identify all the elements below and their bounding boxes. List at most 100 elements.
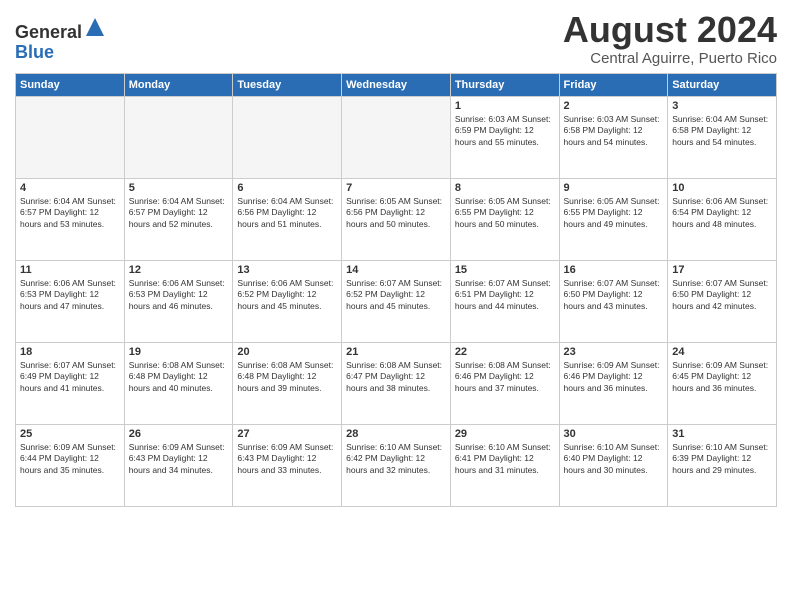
calendar-cell: 23 Sunrise: 6:09 AM Sunset: 6:46 PM Dayli… bbox=[559, 342, 668, 424]
calendar-cell bbox=[124, 96, 233, 178]
day-number: 5 bbox=[129, 182, 229, 194]
location-title: Central Aguirre, Puerto Rico bbox=[563, 50, 777, 67]
day-number: 1 bbox=[455, 100, 555, 112]
cell-detail: Sunrise: 6:07 AM Sunset: 6:50 PM Dayligh… bbox=[672, 278, 772, 312]
calendar-cell: 31Sunrise: 6:10 AM Sunset: 6:39 PM Dayli… bbox=[668, 424, 777, 506]
calendar-cell bbox=[342, 96, 451, 178]
day-number: 2 bbox=[564, 100, 664, 112]
cell-detail: Sunrise: 6:10 AM Sunset: 6:39 PM Dayligh… bbox=[672, 442, 772, 476]
logo-blue: Blue bbox=[15, 42, 54, 62]
day-number: 15 bbox=[455, 264, 555, 276]
calendar-cell: 30 Sunrise: 6:10 AM Sunset: 6:40 PM Dayli… bbox=[559, 424, 668, 506]
calendar-cell: 10 Sunrise: 6:06 AM Sunset: 6:54 PM Dayli… bbox=[668, 178, 777, 260]
day-number: 7 bbox=[346, 182, 446, 194]
cell-detail: Sunrise: 6:07 AM Sunset: 6:52 PM Dayligh… bbox=[346, 278, 446, 312]
cell-detail: Sunrise: 6:07 AM Sunset: 6:49 PM Dayligh… bbox=[20, 360, 120, 394]
calendar-cell: 28 Sunrise: 6:10 AM Sunset: 6:42 PM Dayli… bbox=[342, 424, 451, 506]
day-number: 24 bbox=[672, 346, 772, 358]
week-row-5: 25 Sunrise: 6:09 AM Sunset: 6:44 PM Dayli… bbox=[16, 424, 777, 506]
weekday-header-monday: Monday bbox=[124, 73, 233, 96]
day-number: 10 bbox=[672, 182, 772, 194]
calendar-cell bbox=[233, 96, 342, 178]
cell-detail: Sunrise: 6:03 AM Sunset: 6:58 PM Dayligh… bbox=[564, 114, 664, 148]
calendar-cell: 18 Sunrise: 6:07 AM Sunset: 6:49 PM Dayli… bbox=[16, 342, 125, 424]
day-number: 26 bbox=[129, 428, 229, 440]
calendar-cell: 3 Sunrise: 6:04 AM Sunset: 6:58 PM Daylig… bbox=[668, 96, 777, 178]
logo-icon bbox=[84, 16, 106, 38]
calendar-table: SundayMondayTuesdayWednesdayThursdayFrid… bbox=[15, 73, 777, 507]
day-number: 13 bbox=[237, 264, 337, 276]
calendar-cell: 14Sunrise: 6:07 AM Sunset: 6:52 PM Dayli… bbox=[342, 260, 451, 342]
cell-detail: Sunrise: 6:06 AM Sunset: 6:52 PM Dayligh… bbox=[237, 278, 337, 312]
cell-detail: Sunrise: 6:09 AM Sunset: 6:45 PM Dayligh… bbox=[672, 360, 772, 394]
calendar-cell: 29 Sunrise: 6:10 AM Sunset: 6:41 PM Dayli… bbox=[450, 424, 559, 506]
day-number: 29 bbox=[455, 428, 555, 440]
cell-detail: Sunrise: 6:05 AM Sunset: 6:55 PM Dayligh… bbox=[564, 196, 664, 230]
calendar-cell: 2 Sunrise: 6:03 AM Sunset: 6:58 PM Daylig… bbox=[559, 96, 668, 178]
calendar-cell: 25 Sunrise: 6:09 AM Sunset: 6:44 PM Dayli… bbox=[16, 424, 125, 506]
day-number: 30 bbox=[564, 428, 664, 440]
day-number: 28 bbox=[346, 428, 446, 440]
day-number: 16 bbox=[564, 264, 664, 276]
cell-detail: Sunrise: 6:04 AM Sunset: 6:58 PM Dayligh… bbox=[672, 114, 772, 148]
calendar-cell: 6 Sunrise: 6:04 AM Sunset: 6:56 PM Daylig… bbox=[233, 178, 342, 260]
week-row-1: 1 Sunrise: 6:03 AM Sunset: 6:59 PM Daylig… bbox=[16, 96, 777, 178]
day-number: 18 bbox=[20, 346, 120, 358]
calendar-cell: 26 Sunrise: 6:09 AM Sunset: 6:43 PM Dayli… bbox=[124, 424, 233, 506]
calendar-cell: 22 Sunrise: 6:08 AM Sunset: 6:46 PM Dayli… bbox=[450, 342, 559, 424]
logo-text: General bbox=[15, 16, 106, 43]
calendar-cell: 9 Sunrise: 6:05 AM Sunset: 6:55 PM Daylig… bbox=[559, 178, 668, 260]
cell-detail: Sunrise: 6:08 AM Sunset: 6:47 PM Dayligh… bbox=[346, 360, 446, 394]
month-title: August 2024 bbox=[563, 10, 777, 50]
day-number: 11 bbox=[20, 264, 120, 276]
calendar-cell: 24 Sunrise: 6:09 AM Sunset: 6:45 PM Dayli… bbox=[668, 342, 777, 424]
day-number: 12 bbox=[129, 264, 229, 276]
cell-detail: Sunrise: 6:06 AM Sunset: 6:53 PM Dayligh… bbox=[129, 278, 229, 312]
day-number: 6 bbox=[237, 182, 337, 194]
cell-detail: Sunrise: 6:08 AM Sunset: 6:48 PM Dayligh… bbox=[129, 360, 229, 394]
calendar-cell: 5Sunrise: 6:04 AM Sunset: 6:57 PM Daylig… bbox=[124, 178, 233, 260]
day-number: 17 bbox=[672, 264, 772, 276]
calendar-cell: 16 Sunrise: 6:07 AM Sunset: 6:50 PM Dayli… bbox=[559, 260, 668, 342]
cell-detail: Sunrise: 6:10 AM Sunset: 6:40 PM Dayligh… bbox=[564, 442, 664, 476]
cell-detail: Sunrise: 6:10 AM Sunset: 6:41 PM Dayligh… bbox=[455, 442, 555, 476]
day-number: 25 bbox=[20, 428, 120, 440]
weekday-header-sunday: Sunday bbox=[16, 73, 125, 96]
logo-general: General bbox=[15, 22, 82, 42]
calendar-cell: 21Sunrise: 6:08 AM Sunset: 6:47 PM Dayli… bbox=[342, 342, 451, 424]
page: General Blue August 2024 Central Aguirre… bbox=[0, 0, 792, 517]
cell-detail: Sunrise: 6:09 AM Sunset: 6:43 PM Dayligh… bbox=[237, 442, 337, 476]
calendar-cell: 12 Sunrise: 6:06 AM Sunset: 6:53 PM Dayli… bbox=[124, 260, 233, 342]
title-area: August 2024 Central Aguirre, Puerto Rico bbox=[563, 10, 777, 67]
calendar-cell: 8 Sunrise: 6:05 AM Sunset: 6:55 PM Daylig… bbox=[450, 178, 559, 260]
calendar-cell bbox=[16, 96, 125, 178]
cell-detail: Sunrise: 6:06 AM Sunset: 6:54 PM Dayligh… bbox=[672, 196, 772, 230]
week-row-3: 11 Sunrise: 6:06 AM Sunset: 6:53 PM Dayli… bbox=[16, 260, 777, 342]
day-number: 3 bbox=[672, 100, 772, 112]
calendar-cell: 27 Sunrise: 6:09 AM Sunset: 6:43 PM Dayli… bbox=[233, 424, 342, 506]
calendar-cell: 13 Sunrise: 6:06 AM Sunset: 6:52 PM Dayli… bbox=[233, 260, 342, 342]
cell-detail: Sunrise: 6:09 AM Sunset: 6:43 PM Dayligh… bbox=[129, 442, 229, 476]
day-number: 9 bbox=[564, 182, 664, 194]
cell-detail: Sunrise: 6:10 AM Sunset: 6:42 PM Dayligh… bbox=[346, 442, 446, 476]
cell-detail: Sunrise: 6:04 AM Sunset: 6:56 PM Dayligh… bbox=[237, 196, 337, 230]
cell-detail: Sunrise: 6:09 AM Sunset: 6:46 PM Dayligh… bbox=[564, 360, 664, 394]
day-number: 22 bbox=[455, 346, 555, 358]
day-number: 20 bbox=[237, 346, 337, 358]
calendar-cell: 1 Sunrise: 6:03 AM Sunset: 6:59 PM Daylig… bbox=[450, 96, 559, 178]
day-number: 23 bbox=[564, 346, 664, 358]
cell-detail: Sunrise: 6:09 AM Sunset: 6:44 PM Dayligh… bbox=[20, 442, 120, 476]
cell-detail: Sunrise: 6:05 AM Sunset: 6:55 PM Dayligh… bbox=[455, 196, 555, 230]
cell-detail: Sunrise: 6:05 AM Sunset: 6:56 PM Dayligh… bbox=[346, 196, 446, 230]
day-number: 8 bbox=[455, 182, 555, 194]
cell-detail: Sunrise: 6:08 AM Sunset: 6:46 PM Dayligh… bbox=[455, 360, 555, 394]
calendar-cell: 7 Sunrise: 6:05 AM Sunset: 6:56 PM Daylig… bbox=[342, 178, 451, 260]
calendar-cell: 15Sunrise: 6:07 AM Sunset: 6:51 PM Dayli… bbox=[450, 260, 559, 342]
cell-detail: Sunrise: 6:03 AM Sunset: 6:59 PM Dayligh… bbox=[455, 114, 555, 148]
cell-detail: Sunrise: 6:07 AM Sunset: 6:50 PM Dayligh… bbox=[564, 278, 664, 312]
weekday-header-saturday: Saturday bbox=[668, 73, 777, 96]
calendar-cell: 11Sunrise: 6:06 AM Sunset: 6:53 PM Dayli… bbox=[16, 260, 125, 342]
day-number: 27 bbox=[237, 428, 337, 440]
cell-detail: Sunrise: 6:04 AM Sunset: 6:57 PM Dayligh… bbox=[20, 196, 120, 230]
calendar-cell: 4Sunrise: 6:04 AM Sunset: 6:57 PM Daylig… bbox=[16, 178, 125, 260]
